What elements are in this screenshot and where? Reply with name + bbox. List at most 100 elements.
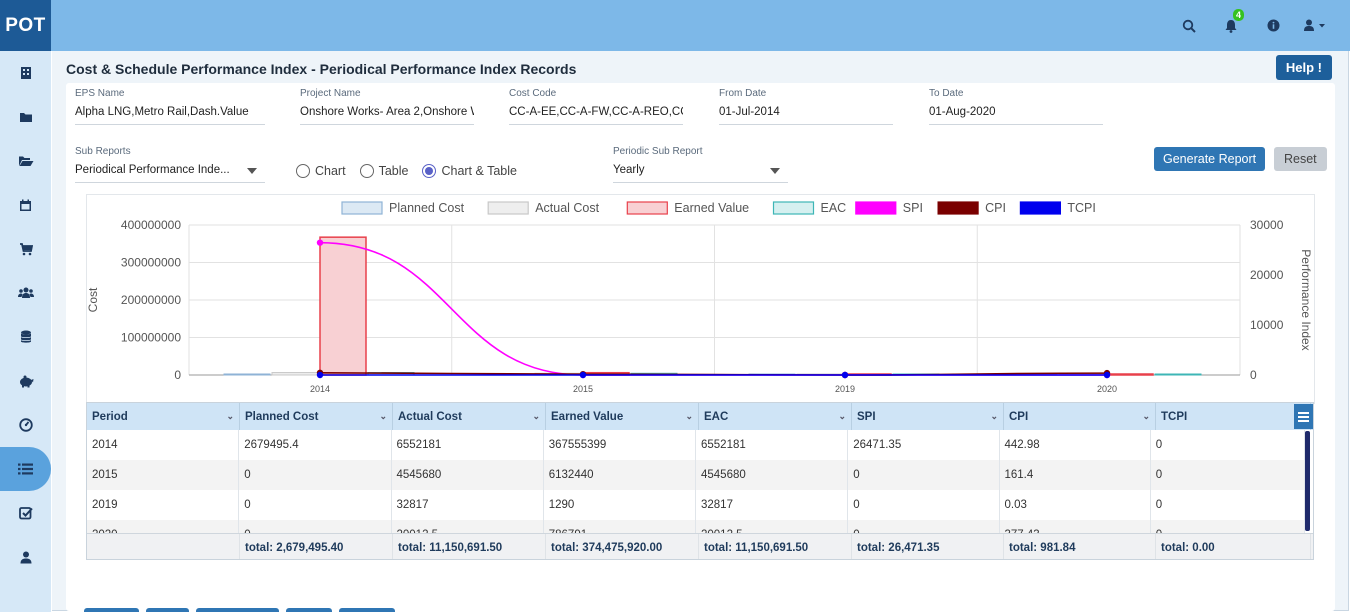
eps-name-value[interactable]: Alpha LNG,Metro Rail,Dash.Value (75, 106, 265, 125)
table-cell: 26471.35 (848, 430, 1000, 460)
to-date-field[interactable]: To Date 01-Aug-2020 (929, 88, 1103, 125)
sidebar-item-profile[interactable] (0, 535, 51, 579)
sub-reports-value[interactable]: Periodical Performance Inde... (75, 164, 265, 183)
reset-button[interactable]: Reset (1274, 147, 1327, 171)
point-tcpi (579, 371, 587, 379)
eps-name-field[interactable]: EPS Name Alpha LNG,Metro Rail,Dash.Value (75, 88, 265, 125)
sort-button[interactable]: Sort (145, 608, 189, 612)
x-tick-label: 2019 (835, 384, 855, 394)
column-header[interactable]: Actual Cost ⌄ (393, 403, 546, 430)
column-header[interactable]: Earned Value ⌄ (546, 403, 699, 430)
legend-swatch (341, 201, 383, 215)
sidebar-item-dashboard[interactable] (0, 403, 51, 447)
table-scrollbar[interactable] (1305, 431, 1310, 531)
chevron-down-icon[interactable]: ⌄ (532, 411, 540, 422)
radio-chart-label: Chart (315, 164, 346, 178)
point-tcpi (316, 371, 324, 379)
table-cell: 2679495.4 (239, 430, 392, 460)
table-cell: 0.03 (1000, 490, 1151, 520)
table-cell: 0 (848, 460, 1000, 490)
project-name-field[interactable]: Project Name Onshore Works- Area 2,Onsho… (300, 88, 474, 125)
group-button[interactable]: Group (84, 608, 139, 612)
chevron-down-icon[interactable] (770, 168, 780, 174)
column-header[interactable]: TCPI⌄ (1156, 403, 1311, 430)
y2-tick-label: 0 (1250, 368, 1257, 382)
chevron-down-icon[interactable]: ⌄ (379, 411, 387, 422)
y-tick-label: 300000000 (121, 256, 181, 270)
table-cell: 2015 (87, 460, 240, 490)
info-icon[interactable] (1252, 0, 1294, 51)
sidebar-item-cart[interactable] (0, 227, 51, 271)
project-name-value[interactable]: Onshore Works- Area 2,Onshore W (300, 106, 474, 125)
cost-code-label: Cost Code (509, 88, 557, 99)
chevron-down-icon[interactable]: ⌄ (838, 411, 846, 422)
radio-chart[interactable]: Chart (296, 164, 346, 178)
chevron-down-icon[interactable] (247, 168, 257, 174)
y-tick-label: 0 (174, 368, 181, 382)
cost-code-value[interactable]: CC-A-EE,CC-A-FW,CC-A-REO,CC-A-C (509, 106, 683, 125)
from-date-field[interactable]: From Date 01-Jul-2014 (719, 88, 893, 125)
sidebar-item-tasks[interactable] (0, 491, 51, 535)
print-button[interactable]: Print (285, 608, 332, 612)
radio-table-circle[interactable] (359, 164, 374, 178)
user-menu-icon[interactable] (1294, 0, 1336, 51)
column-header[interactable]: EAC ⌄ (699, 403, 852, 430)
periodic-sub-report-value[interactable]: Yearly (613, 164, 788, 183)
chevron-down-icon[interactable]: ⌄ (226, 411, 234, 422)
sidebar-item-folder[interactable] (0, 95, 51, 139)
sidebar-item-database[interactable] (0, 315, 51, 359)
y2-tick-label: 10000 (1250, 318, 1284, 332)
help-button[interactable]: Help ! (1275, 55, 1332, 80)
chevron-down-icon[interactable]: ⌄ (990, 411, 998, 422)
point-spi (316, 239, 324, 246)
records-table: Period ⌄ Planned Cost ⌄ Actual Cost ⌄ Earned V… (86, 402, 1314, 560)
table-row[interactable]: 2015 0 4545680 6132440 4545680 0 161.4 0 (87, 460, 1305, 490)
radio-chart-circle[interactable] (296, 164, 310, 178)
sidebar-item-reports[interactable] (0, 447, 51, 491)
column-header[interactable]: Period ⌄ (87, 403, 240, 430)
periodic-sub-report-select[interactable]: Periodic Sub Report Yearly (613, 146, 788, 183)
performance-chart: 400000000 300000000 200000000 100000000 0 300… (86, 194, 1315, 404)
sidebar-item-piggy-bank[interactable] (0, 359, 51, 403)
cost-code-field[interactable]: Cost Code CC-A-EE,CC-A-FW,CC-A-REO,CC-A-… (509, 88, 683, 125)
check-square-icon (18, 507, 33, 520)
x-tick-label: 2015 (573, 384, 593, 394)
table-cell: 0 (1151, 460, 1305, 490)
total-cell: total: 26,471.35 (852, 534, 1004, 559)
legend-label: SPI (903, 201, 923, 215)
radio-table[interactable]: Table (359, 164, 408, 178)
radio-chart-table-circle[interactable] (422, 164, 437, 178)
sidebar-item-building[interactable] (0, 51, 51, 95)
sidebar-item-users[interactable] (0, 271, 51, 315)
total-cell: total: 11,150,691.50 (393, 534, 546, 559)
export-button[interactable]: Export (338, 608, 395, 612)
table-row[interactable]: 2014 2679495.4 6552181 367555399 6552181 2647… (87, 430, 1305, 460)
to-date-value[interactable]: 01-Aug-2020 (929, 106, 1103, 125)
point-tcpi (841, 371, 849, 379)
column-header[interactable]: Planned Cost ⌄ (240, 403, 393, 430)
search-icon[interactable] (1168, 0, 1210, 51)
sidebar-item-folder-open[interactable] (0, 139, 51, 183)
sub-reports-select[interactable]: Sub Reports Periodical Performance Inde.… (75, 146, 265, 183)
y-tick-label: 200000000 (121, 293, 181, 307)
cart-icon (19, 242, 33, 255)
chevron-down-icon[interactable]: ⌄ (1142, 411, 1150, 422)
table-row[interactable]: 2019 0 32817 1290 32817 0 0.03 0 (87, 490, 1305, 520)
column-menu-icon[interactable] (1294, 404, 1313, 429)
table-cell: 6132440 (544, 460, 696, 490)
column-header[interactable]: CPI ⌄ (1004, 403, 1156, 430)
table-cell: 6552181 (392, 430, 544, 460)
bell-icon[interactable]: 4 (1210, 0, 1252, 51)
sidebar-item-calendar[interactable] (0, 183, 51, 227)
generate-report-button[interactable]: Generate Report (1154, 147, 1266, 171)
chevron-down-icon[interactable]: ⌄ (685, 411, 693, 422)
legend-swatch (626, 201, 668, 215)
summarize-button[interactable]: Summarize (195, 608, 279, 612)
radio-chart-table[interactable]: Chart & Table (422, 164, 517, 178)
from-date-value[interactable]: 01-Jul-2014 (719, 106, 893, 125)
project-name-label: Project Name (300, 88, 361, 99)
app-logo[interactable]: POT (0, 0, 51, 51)
table-cell: 442.98 (1000, 430, 1151, 460)
column-header[interactable]: SPI ⌄ (852, 403, 1004, 430)
sidebar (0, 51, 51, 612)
